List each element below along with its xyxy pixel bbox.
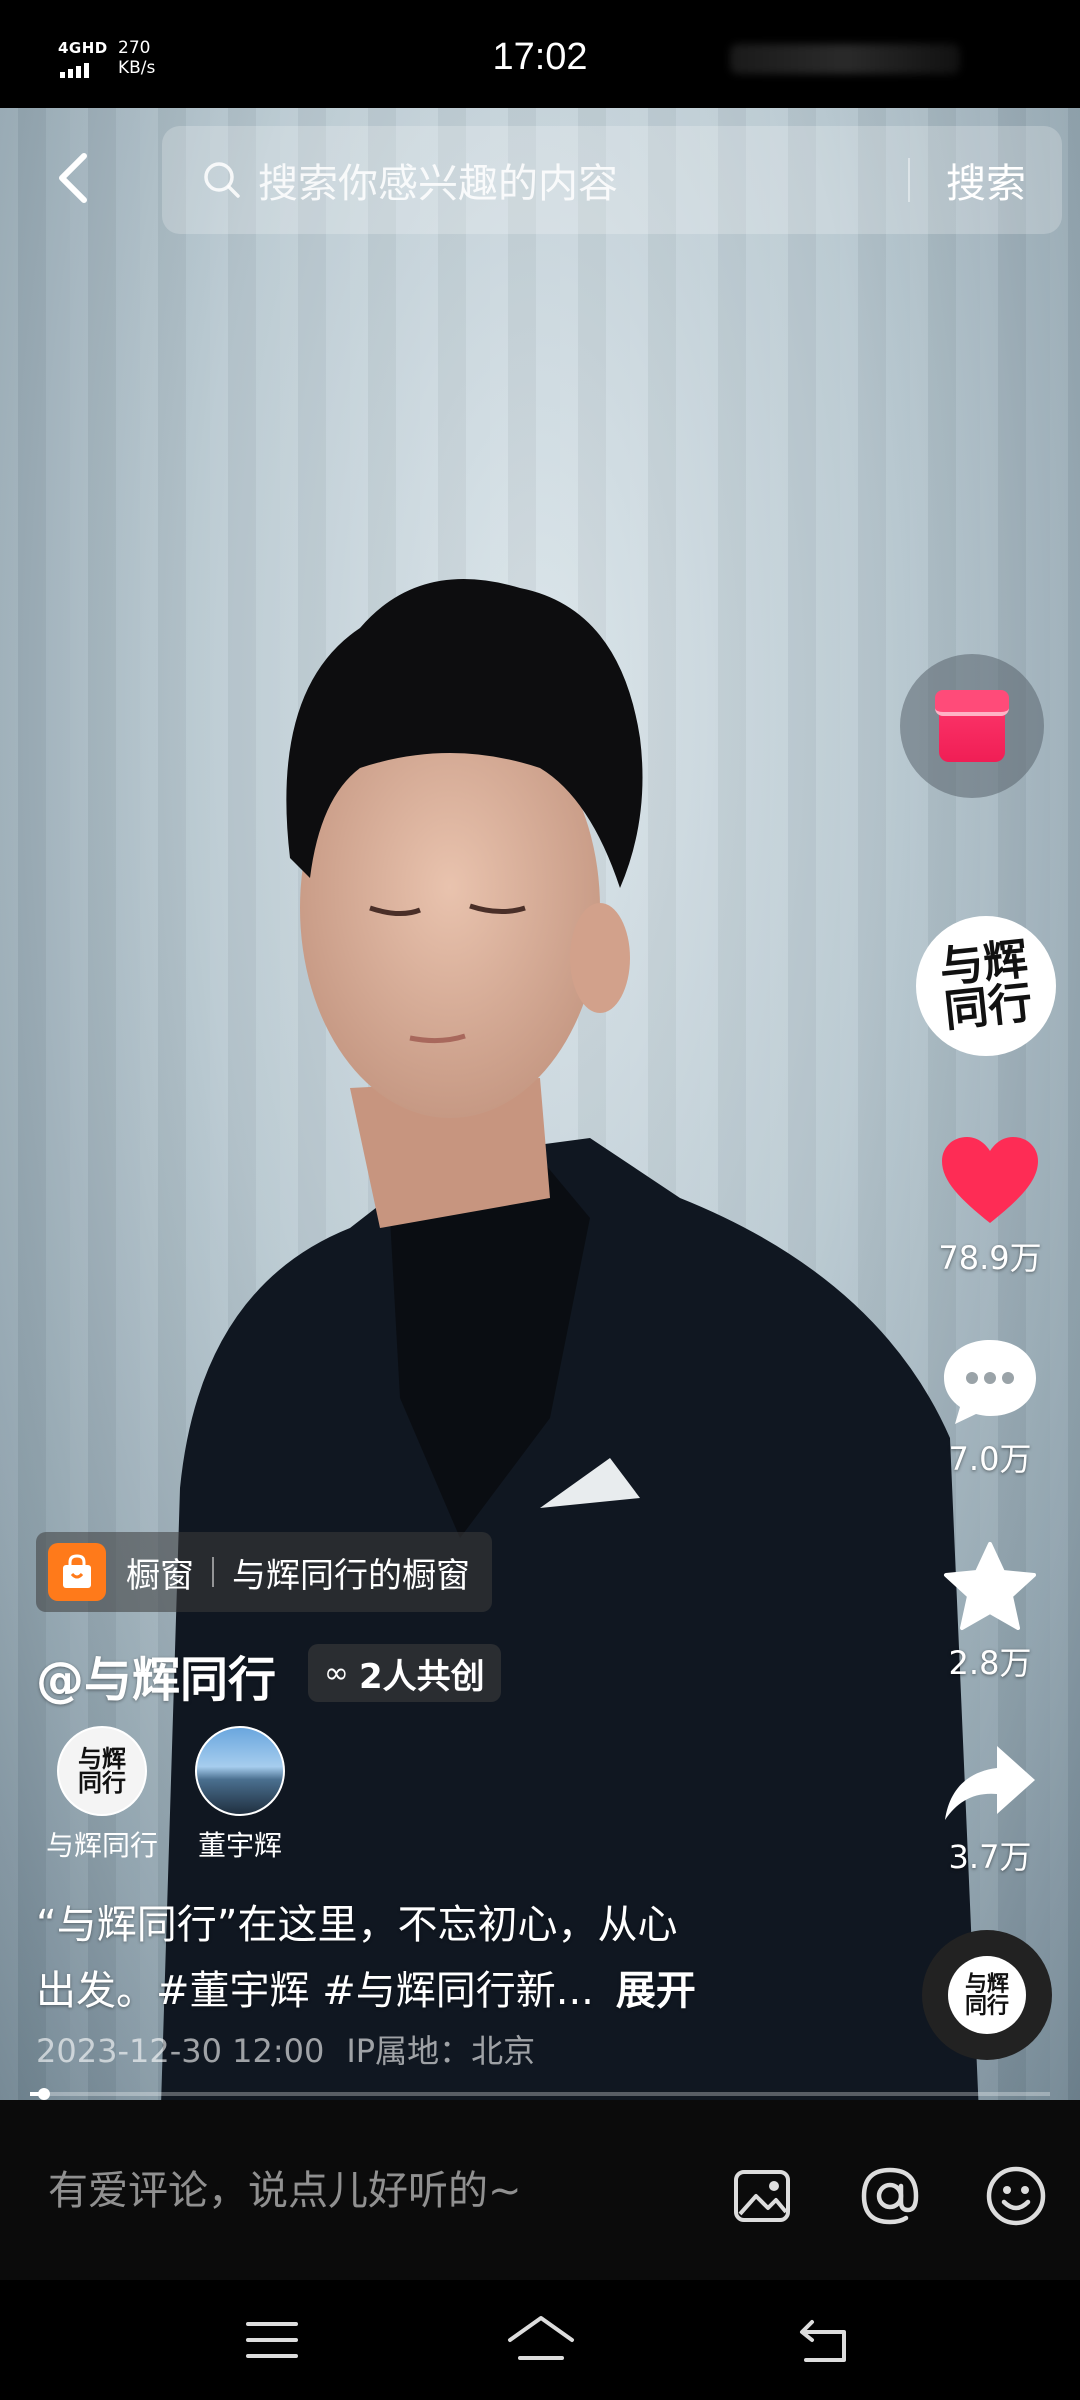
ip-location: IP属地：北京 xyxy=(346,2032,536,2070)
cocreate-badge[interactable]: ∞ 2人共创 xyxy=(308,1644,501,1702)
shop-label: 橱窗 xyxy=(126,1555,194,1596)
search-bar[interactable]: 搜索你感兴趣的内容 搜索 xyxy=(162,126,1062,234)
like-count: 78.9万 xyxy=(938,1239,1042,1277)
publish-time: 2023-12-30 12:00 xyxy=(36,2032,325,2070)
caption-line-2: 出发。#董宇辉 #与辉同行新... xyxy=(36,1968,594,2014)
favorite-count: 2.8万 xyxy=(948,1644,1032,1682)
search-button[interactable]: 搜索 xyxy=(910,151,1062,209)
back-button[interactable] xyxy=(48,150,104,206)
shop-divider xyxy=(212,1557,214,1587)
music-disc-logo: 与辉 同行 xyxy=(948,1956,1026,2034)
gift-button[interactable] xyxy=(900,654,1044,798)
home-icon[interactable] xyxy=(506,2310,576,2370)
system-navigation-bar xyxy=(0,2280,1080,2400)
avatar: 与辉 同行 xyxy=(57,1726,147,1816)
star-icon xyxy=(944,1542,1036,1630)
comment-button[interactable]: 7.0万 xyxy=(930,1336,1050,1480)
back-nav-icon[interactable] xyxy=(794,2310,854,2370)
share-arrow-icon xyxy=(945,1746,1035,1820)
status-bar: 4GHD 270 KB/s 17:02 xyxy=(0,0,1080,108)
gift-icon xyxy=(935,690,1009,762)
shop-window-chip[interactable]: 橱窗 与辉同行的橱窗 xyxy=(36,1532,492,1612)
music-disc[interactable]: 与辉 同行 xyxy=(922,1930,1052,2060)
comment-bubble-icon xyxy=(944,1340,1036,1424)
author-handle[interactable]: @与辉同行 xyxy=(36,1640,276,1710)
shop-store-name: 与辉同行的橱窗 xyxy=(232,1555,470,1596)
author-avatar[interactable]: 与辉 同行 xyxy=(916,916,1056,1056)
heart-icon xyxy=(942,1137,1038,1223)
comment-input-bar: 有爱评论，说点儿好听的~ xyxy=(0,2100,1080,2280)
link-icon: ∞ xyxy=(324,1655,349,1691)
cocreate-label: 2人共创 xyxy=(359,1656,485,1697)
comment-input[interactable]: 有爱评论，说点儿好听的~ xyxy=(48,2158,522,2216)
shopping-bag-icon xyxy=(48,1543,106,1601)
author-avatar-logo: 与辉 同行 xyxy=(937,933,1035,1038)
share-button[interactable]: 3.7万 xyxy=(930,1740,1050,1878)
like-button[interactable]: 78.9万 xyxy=(930,1135,1050,1279)
at-icon[interactable] xyxy=(858,2164,922,2228)
co-creator-2[interactable]: 董宇辉 xyxy=(160,1726,320,1864)
avatar xyxy=(195,1726,285,1816)
co-creator-name: 与辉同行 xyxy=(45,1829,158,1862)
expand-caption-button[interactable]: 展开 xyxy=(616,1968,696,2014)
emoji-icon[interactable] xyxy=(984,2164,1048,2228)
menu-icon[interactable] xyxy=(242,2310,302,2370)
share-count: 3.7万 xyxy=(948,1838,1032,1876)
search-icon xyxy=(204,162,240,198)
search-input[interactable]: 搜索你感兴趣的内容 xyxy=(258,151,908,209)
video-meta: 2023-12-30 12:00 IP属地：北京 xyxy=(36,2026,535,2072)
video-caption[interactable]: “与辉同行”在这里，不忘初心，从心 出发。#董宇辉 #与辉同行新... 展开 xyxy=(36,1892,836,2024)
video-progress-bar[interactable] xyxy=(30,2088,1050,2100)
status-icons-blurred xyxy=(730,44,960,74)
caption-line-1: “与辉同行”在这里，不忘初心，从心 xyxy=(36,1902,678,1948)
co-creator-1[interactable]: 与辉 同行 与辉同行 xyxy=(22,1726,182,1864)
comment-count: 7.0万 xyxy=(948,1440,1032,1478)
image-icon[interactable] xyxy=(730,2164,794,2228)
favorite-button[interactable]: 2.8万 xyxy=(930,1540,1050,1684)
co-creator-name: 董宇辉 xyxy=(197,1829,282,1862)
